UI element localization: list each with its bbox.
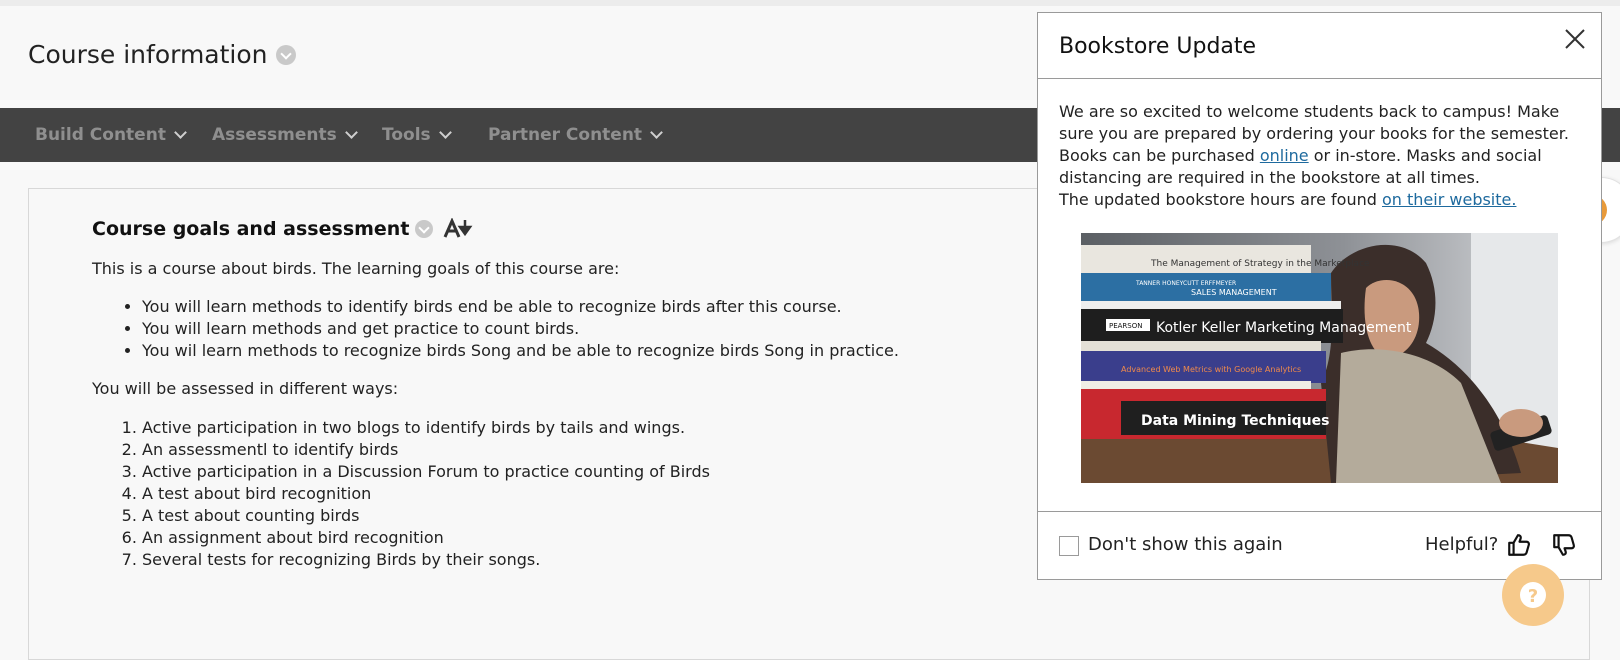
sort-az-icon[interactable] bbox=[443, 218, 473, 240]
helpful-label: Helpful? bbox=[1425, 534, 1499, 555]
top-strip bbox=[0, 0, 1620, 6]
dialog-header: Bookstore Update bbox=[1038, 13, 1601, 79]
book-title: Data Mining Techniques bbox=[1141, 413, 1329, 429]
book-publisher: PEARSON bbox=[1109, 322, 1143, 330]
course-intro: This is a course about birds. The learni… bbox=[92, 259, 620, 278]
list-item: A test about bird recognition bbox=[142, 483, 710, 505]
list-item: You will learn methods and get practice … bbox=[142, 318, 899, 340]
list-item: Several tests for recognizing Birds by t… bbox=[142, 549, 710, 571]
book-authors: TANNER HONEYCUTT ERFFMEYER bbox=[1135, 280, 1236, 287]
book-title: The Management of Strategy in the Market… bbox=[1150, 259, 1370, 269]
nav-label: Tools bbox=[382, 125, 431, 145]
list-item: An assignment about bird recognition bbox=[142, 527, 710, 549]
list-item: You will learn methods to identify birds… bbox=[142, 296, 899, 318]
page-title: Course information bbox=[28, 40, 296, 69]
chevron-down-icon bbox=[344, 126, 358, 139]
list-item: A test about counting birds bbox=[142, 505, 710, 527]
chevron-down-icon bbox=[650, 126, 663, 139]
section-title: Course goals and assessment bbox=[92, 218, 473, 240]
goals-list: You will learn methods to identify birds… bbox=[92, 296, 899, 362]
body-text: The updated bookstore hours are found bbox=[1059, 190, 1382, 209]
section-title-text: Course goals and assessment bbox=[92, 218, 410, 240]
book-title: Kotler Keller Marketing Management bbox=[1156, 320, 1412, 336]
nav-build-content[interactable]: Build Content bbox=[35, 125, 187, 145]
book-title: Advanced Web Metrics with Google Analyti… bbox=[1121, 365, 1301, 374]
chevron-down-icon[interactable] bbox=[275, 44, 296, 65]
nav-partner-content[interactable]: Partner Content bbox=[488, 125, 663, 145]
bookstore-update-dialog: Bookstore Update We are so excited to we… bbox=[1037, 12, 1602, 580]
student-with-books-image: The Management of Strategy in the Market… bbox=[1081, 233, 1558, 483]
book-title: SALES MANAGEMENT bbox=[1191, 288, 1277, 297]
close-icon[interactable] bbox=[1563, 27, 1587, 51]
help-button[interactable]: ? bbox=[1502, 564, 1564, 626]
page-title-text: Course information bbox=[28, 40, 268, 69]
assessment-intro: You will be assessed in different ways: bbox=[92, 379, 399, 398]
nav-label: Assessments bbox=[212, 125, 337, 145]
dialog-body: We are so excited to welcome students ba… bbox=[1059, 101, 1579, 211]
svg-text:?: ? bbox=[1528, 586, 1538, 607]
question-mark-icon: ? bbox=[1520, 582, 1546, 608]
nav-assessments[interactable]: Assessments bbox=[212, 125, 358, 145]
bookstore-image: The Management of Strategy in the Market… bbox=[1081, 233, 1558, 483]
list-item: An assessmentl to identify birds bbox=[142, 439, 710, 461]
online-link[interactable]: online bbox=[1260, 146, 1309, 165]
nav-label: Build Content bbox=[35, 125, 166, 145]
nav-tools[interactable]: Tools bbox=[382, 125, 452, 145]
thumbs-up-icon[interactable] bbox=[1506, 532, 1532, 558]
chevron-down-icon[interactable] bbox=[415, 220, 434, 238]
list-item: You wil learn methods to recognize birds… bbox=[142, 340, 899, 362]
chevron-down-icon bbox=[174, 126, 187, 139]
bookstore-website-link[interactable]: on their website. bbox=[1382, 190, 1516, 209]
list-item: Active participation in two blogs to ide… bbox=[142, 417, 710, 439]
dont-show-label[interactable]: Don't show this again bbox=[1088, 534, 1283, 555]
dont-show-checkbox[interactable] bbox=[1059, 536, 1079, 556]
dialog-title: Bookstore Update bbox=[1059, 34, 1257, 59]
thumbs-down-icon[interactable] bbox=[1551, 532, 1577, 558]
assessments-list: Active participation in two blogs to ide… bbox=[92, 417, 710, 571]
chevron-down-icon bbox=[438, 126, 452, 139]
list-item: Active participation in a Discussion For… bbox=[142, 461, 710, 483]
nav-label: Partner Content bbox=[488, 125, 643, 145]
